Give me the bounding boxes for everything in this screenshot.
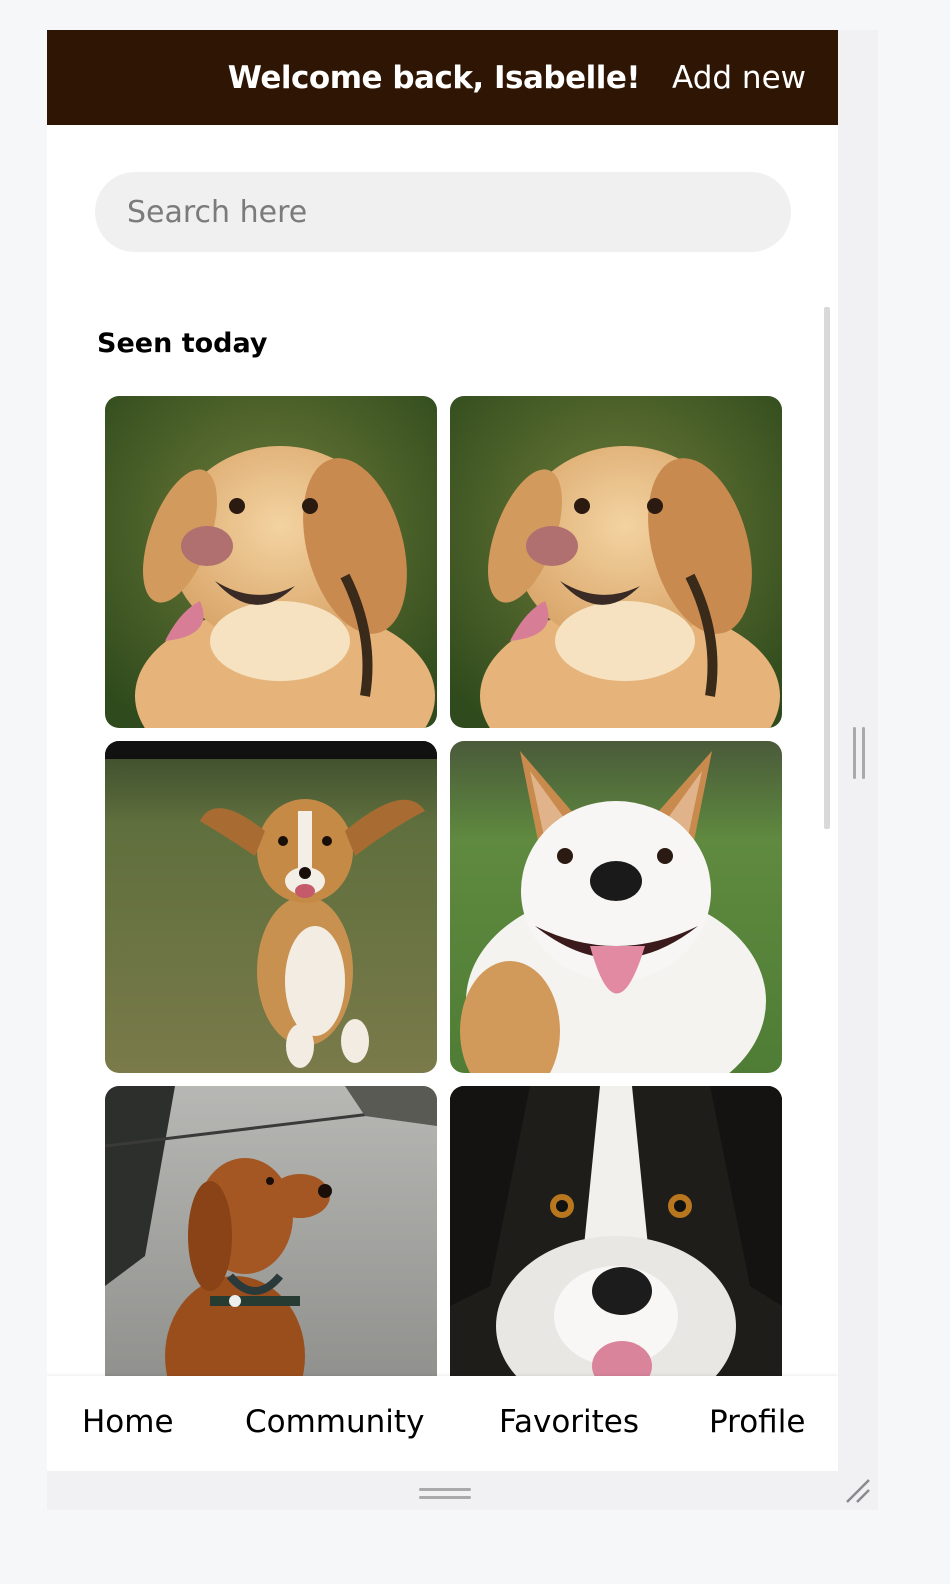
corner-resize-handle-icon[interactable] xyxy=(845,1478,871,1504)
border-collie-image xyxy=(450,1086,782,1376)
search-input[interactable] xyxy=(95,172,791,252)
nav-item-favorites[interactable]: Favorites xyxy=(499,1404,639,1440)
golden-retriever-image xyxy=(450,396,782,728)
photo-grid xyxy=(105,396,782,1376)
nav-item-community[interactable]: Community xyxy=(245,1404,424,1440)
nav-item-home[interactable]: Home xyxy=(82,1404,174,1440)
dog-photo-golden-retriever[interactable] xyxy=(450,396,782,728)
app-screen: Welcome back, Isabelle! Add new Seen tod… xyxy=(47,30,838,1471)
section-title-seen-today: Seen today xyxy=(97,328,268,359)
device-frame: Welcome back, Isabelle! Add new Seen tod… xyxy=(47,30,878,1510)
dog-photo-white-terrier[interactable] xyxy=(450,741,782,1073)
dog-photo-beagle[interactable] xyxy=(105,741,437,1073)
white-terrier-image xyxy=(450,741,782,1073)
dog-photo-sitting-retriever[interactable] xyxy=(105,1086,437,1376)
add-new-button[interactable]: Add new xyxy=(672,60,806,96)
golden-retriever-image xyxy=(105,396,437,728)
sitting-retriever-image xyxy=(105,1086,437,1376)
nav-item-profile[interactable]: Profile xyxy=(709,1404,805,1440)
beagle-image xyxy=(105,741,437,1073)
welcome-message: Welcome back, Isabelle! xyxy=(227,59,641,96)
vertical-resize-handle-icon[interactable] xyxy=(853,727,865,779)
scrollbar[interactable] xyxy=(824,307,830,829)
top-header: Welcome back, Isabelle! Add new xyxy=(47,30,838,125)
bottom-navigation: Home Community Favorites Profile xyxy=(47,1376,838,1471)
horizontal-resize-handle-icon[interactable] xyxy=(419,1488,471,1500)
dog-photo-border-collie[interactable] xyxy=(450,1086,782,1376)
dog-photo-golden-retriever[interactable] xyxy=(105,396,437,728)
